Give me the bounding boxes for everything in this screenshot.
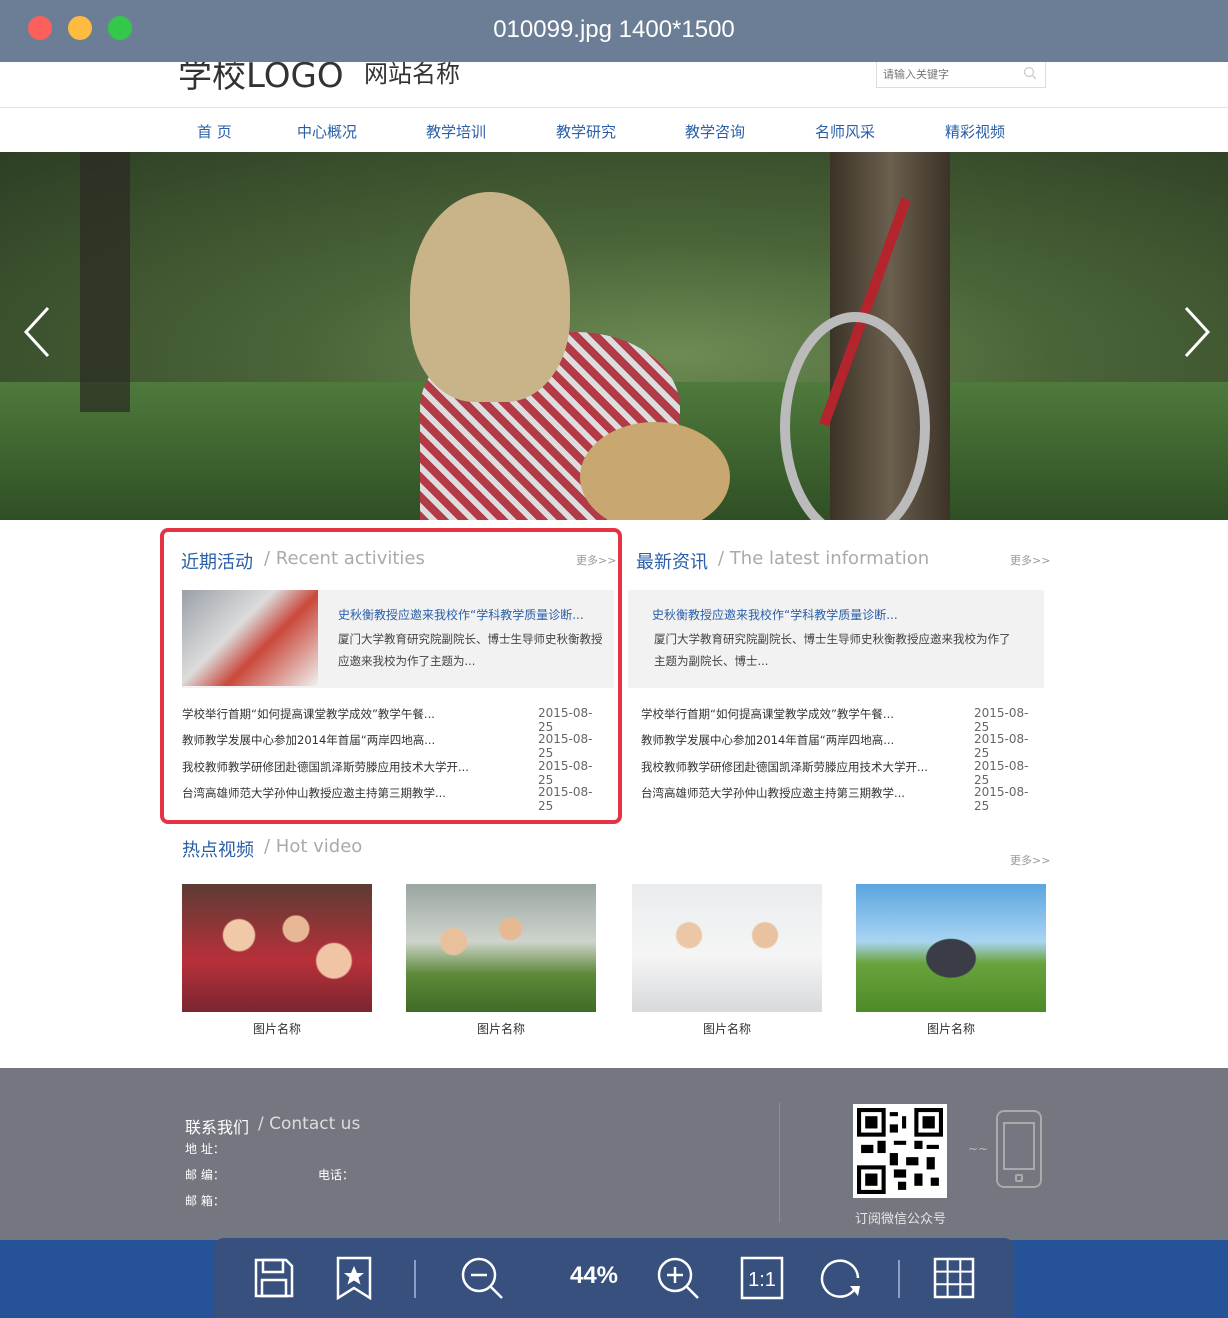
phone-icon (996, 1110, 1042, 1188)
nav-item-teachers[interactable]: 名师风采 (815, 121, 875, 142)
video-thumbnail (406, 884, 596, 1012)
list-item[interactable]: 教师教学发展中心参加2014年首届“两岸四地高... (641, 732, 894, 748)
latest-more-link[interactable]: 更多>> (1010, 552, 1050, 568)
video-caption: 图片名称 (252, 1022, 301, 1036)
video-caption: 图片名称 (702, 1022, 751, 1036)
nav-item-videos[interactable]: 精彩视频 (945, 121, 1005, 142)
phone-label: 电话： (318, 1168, 355, 1182)
toolbar-separator (414, 1260, 416, 1298)
video-thumbnail (632, 884, 822, 1012)
video-caption: 图片名称 (476, 1022, 525, 1036)
video-title: 热点视频 (182, 840, 254, 861)
postcode-label: 邮 编： (185, 1168, 225, 1182)
qr-code-icon (857, 1108, 943, 1194)
signal-icon: ~~ (968, 1142, 989, 1156)
site-name: 网站名称 (364, 62, 460, 88)
nav-item-training[interactable]: 教学培训 (426, 121, 486, 142)
latest-subtitle: / The latest information (718, 548, 930, 569)
video-more-link[interactable]: 更多>> (1010, 852, 1050, 868)
viewer-toolbar: 44% 1:1 (214, 1238, 1014, 1318)
zoom-in-icon[interactable] (656, 1256, 700, 1300)
wechat-qr-code (853, 1104, 947, 1198)
title-bar: 010099.jpg 1400*1500 (0, 0, 1228, 62)
zoom-out-icon[interactable] (460, 1256, 504, 1300)
image-viewer-window: 010099.jpg 1400*1500 学校LOGO 网站名称 首 页 中心概… (0, 0, 1228, 1318)
prev-slide-icon[interactable] (18, 302, 58, 362)
latest-title: 最新资讯 (636, 552, 708, 573)
school-logo: 学校LOGO (178, 62, 344, 96)
rotate-icon[interactable] (820, 1256, 864, 1300)
search-input[interactable] (883, 66, 1013, 84)
svg-text:1:1: 1:1 (748, 1269, 776, 1291)
nav-item-consulting[interactable]: 教学咨询 (685, 121, 745, 142)
list-item[interactable]: 台湾高雄师范大学孙仲山教授应邀主持第三期教学... (641, 785, 905, 801)
list-item-date: 2015-08-25 (974, 706, 1029, 734)
email-label: 邮 箱： (185, 1194, 225, 1208)
save-icon[interactable] (252, 1256, 296, 1300)
bookmark-icon[interactable] (332, 1256, 376, 1300)
main-nav: 首 页 中心概况 教学培训 教学研究 教学咨询 名师风采 精彩视频 (0, 109, 1228, 152)
video-subtitle: / Hot video (264, 836, 363, 857)
contact-subtitle: / Contact us (258, 1114, 361, 1134)
banner-girl-hair (410, 192, 570, 402)
toolbar-separator (898, 1260, 900, 1298)
site-header: 学校LOGO 网站名称 (0, 62, 1228, 108)
latest-feature-desc-2: 主题为副院长、博士... (654, 654, 769, 668)
latest-list: 学校举行首期“如何提高课堂教学成效”教学午餐... 2015-08-25 教师教… (641, 706, 1041, 813)
latest-feature-desc-1: 厦门大学教育研究院副院长、博士生导师史秋衡教授应邀来我校为作了 (654, 632, 1011, 646)
selection-highlight (160, 528, 622, 824)
qr-caption: 订阅微信公众号 (855, 1212, 947, 1227)
address-label: 地 址： (185, 1142, 225, 1156)
page-image: 学校LOGO 网站名称 首 页 中心概况 教学培训 教学研究 教学咨询 名师风采… (0, 62, 1228, 1240)
list-item[interactable]: 我校教师教学研修团赴德国凯泽斯劳滕应用技术大学开... (641, 759, 928, 775)
search-box (876, 62, 1046, 88)
zoom-level: 44% (569, 1262, 619, 1289)
hero-banner (0, 152, 1228, 520)
list-item-date: 2015-08-25 (974, 732, 1029, 760)
banner-tree-left (80, 152, 130, 412)
video-thumbnail (856, 884, 1046, 1012)
window-title: 010099.jpg 1400*1500 (493, 16, 735, 43)
nav-item-overview[interactable]: 中心概况 (297, 121, 357, 142)
site-footer: 联系我们 / Contact us 地 址： 邮 编： 电话： 邮 箱： 订阅微… (0, 1068, 1228, 1240)
actual-size-icon[interactable]: 1:1 (740, 1256, 784, 1300)
search-icon[interactable] (1023, 66, 1037, 80)
latest-feature-title[interactable]: 史秋衡教授应邀来我校作“学科教学质量诊断... (652, 606, 898, 623)
list-item-date: 2015-08-25 (974, 785, 1029, 813)
video-thumbnail (182, 884, 372, 1012)
contact-title: 联系我们 (185, 1118, 250, 1137)
list-item[interactable]: 学校举行首期“如何提高课堂教学成效”教学午餐... (641, 706, 894, 722)
video-caption: 图片名称 (926, 1022, 975, 1036)
list-item-date: 2015-08-25 (974, 759, 1029, 787)
next-slide-icon[interactable] (1176, 302, 1216, 362)
footer-divider (779, 1102, 780, 1222)
nav-item-home[interactable]: 首 页 (197, 121, 232, 142)
grid-view-icon[interactable] (932, 1256, 976, 1300)
latest-feature[interactable]: 史秋衡教授应邀来我校作“学科教学质量诊断... 厦门大学教育研究院副院长、博士生… (628, 590, 1044, 688)
nav-item-research[interactable]: 教学研究 (556, 121, 616, 142)
